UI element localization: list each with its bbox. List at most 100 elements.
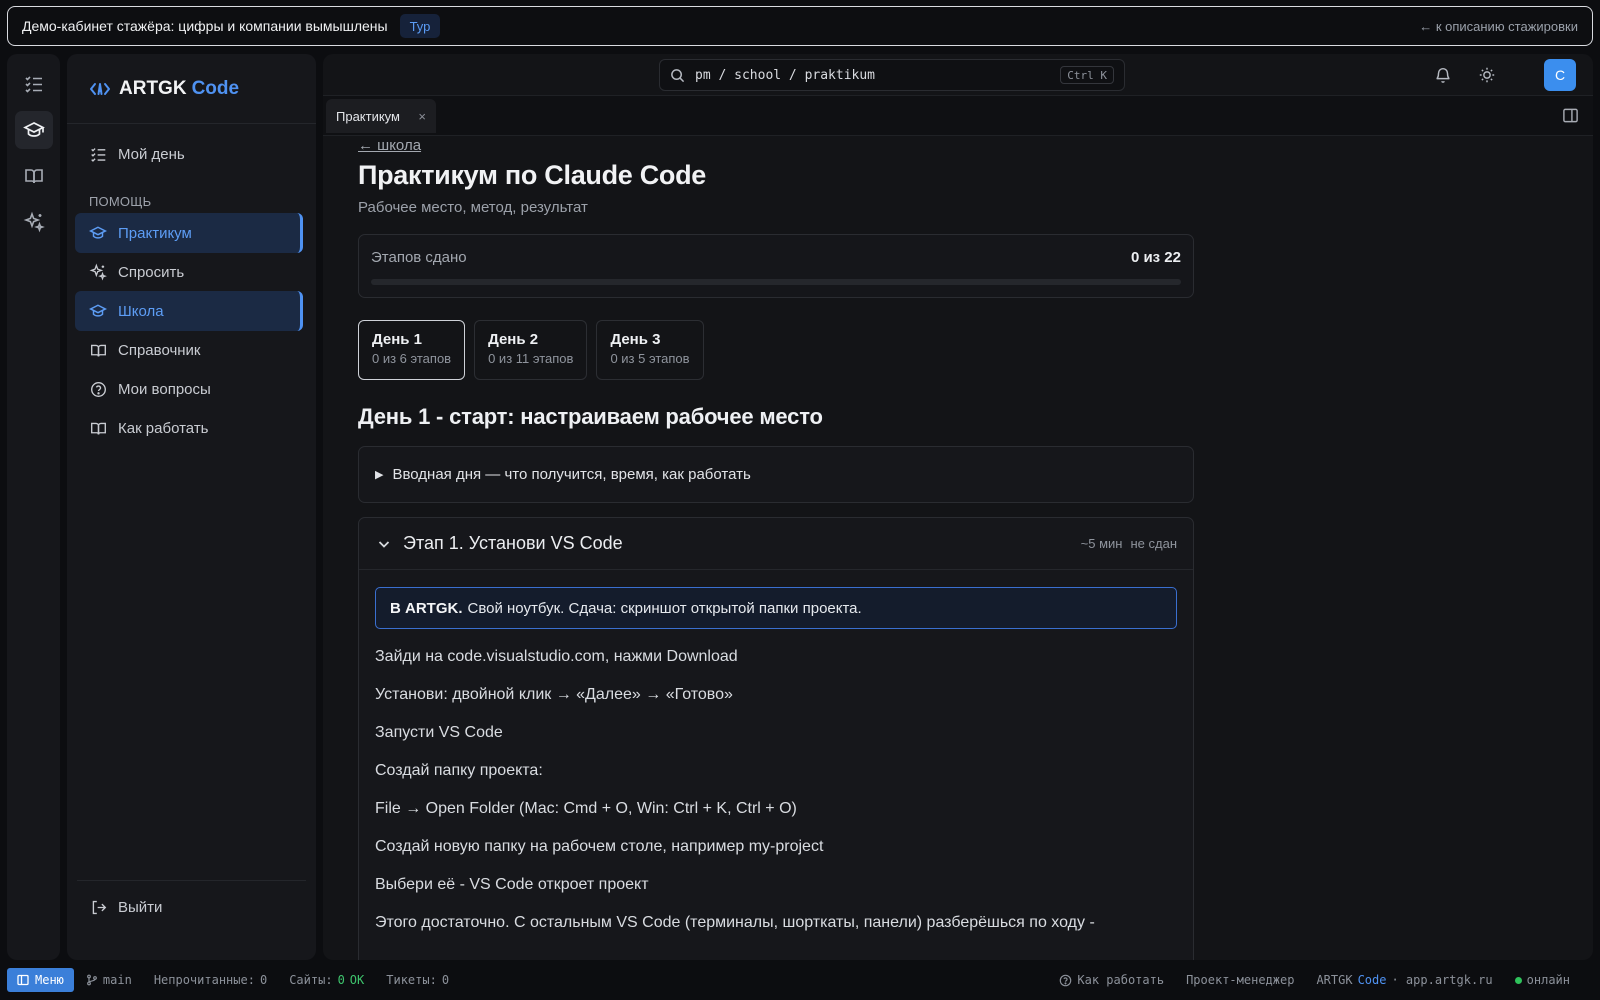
stage-step: Запусти VS Code [375,724,503,741]
sidebar-item-label: Справочник [118,341,201,359]
stage-body: В ARTGK. Свой ноутбук. Сдача: скриншот о… [359,570,1193,933]
checklist-icon [90,147,105,162]
tickets-count: 0 [441,973,450,987]
day-intro-label: Вводная дня — что получится, время, как … [392,466,751,483]
sites-status: OK [349,973,365,987]
sidebar-item-label: Мои вопросы [118,380,211,398]
stage-step: Создай папку проекта: [375,762,543,779]
day-heading: День 1 - старт: настраиваем рабочее мест… [358,404,823,429]
rail-school-button[interactable] [14,111,53,149]
stage-step: Этого достаточно. С остальным VS Code (т… [375,914,1095,931]
rail-ask-button[interactable] [15,203,53,241]
sidebar-item-label: Школа [118,302,164,320]
rail-reference-button[interactable] [15,157,53,195]
chevron-down-icon [378,540,390,548]
day-tabs: День 1 0 из 6 этапов День 2 0 из 11 этап… [358,320,1194,380]
stage-time: ~5 мин [1080,536,1123,551]
help-circle-icon [90,381,106,397]
theme-toggle-button[interactable] [1476,64,1498,86]
breadcrumb-school-link[interactable]: ← школа [358,137,1194,154]
code-brackets-icon [90,82,110,95]
avatar[interactable]: C [1544,59,1576,91]
stage-step: Выбери её - VS Code откроет проект [375,876,649,893]
demo-banner: Демо-кабинет стажёра: цифры и компании в… [7,6,1593,46]
menu-button[interactable]: Меню [7,968,74,992]
sidebar-item-how-to-work[interactable]: Как работать [75,408,303,448]
stage-card: Этап 1. Установи VS Code ~5 мин не сдан … [358,517,1194,960]
brand-name: ARTGK [119,77,187,99]
sidebar-panel-icon [17,974,29,986]
sidebar-item-my-day[interactable]: Мой день [75,134,303,174]
page-subtitle: Рабочее место, метод, результат [358,199,588,216]
back-to-internship-link[interactable]: ← к описанию стажировки [1419,19,1578,34]
stage-note: В ARTGK. Свой ноутбук. Сдача: скриншот о… [375,587,1177,629]
logo[interactable]: ARTGK Code [67,54,316,124]
tickets-indicator[interactable]: Тикеты: 0 [386,973,449,987]
close-tab-icon[interactable]: × [418,109,426,124]
progress-label: Этапов сдано [371,249,467,266]
notifications-button[interactable] [1432,64,1454,86]
sun-icon [1479,67,1495,83]
graduation-cap-icon [22,122,45,137]
split-panel-icon [1563,108,1578,123]
checklist-icon [24,76,42,93]
rail-checklist-button[interactable] [15,65,53,103]
demo-banner-text: Демо-кабинет стажёра: цифры и компании в… [22,18,388,34]
sidebar-item-school[interactable]: Школа [75,291,303,331]
sites-indicator[interactable]: Сайты: 0 OK [289,973,364,987]
day-tab-2[interactable]: День 2 0 из 11 этапов [474,320,588,380]
day-tab-progress: 0 из 11 этапов [488,351,574,366]
stage-step: File → Open Folder (Mac: Cmd + O, Win: C… [375,800,797,817]
sidebar-item-reference[interactable]: Справочник [75,330,303,370]
unread-indicator[interactable]: Непрочитанные: 0 [154,973,267,987]
sidebar-footer [77,880,306,881]
progress-bar [371,279,1181,285]
stage-status: не сдан [1130,536,1177,551]
day-tab-title: День 1 [372,331,423,348]
branch-name: main [102,973,132,987]
day-tab-3[interactable]: День 3 0 из 5 этапов [596,320,704,380]
logout-icon [92,900,106,914]
day-tab-title: День 3 [610,331,661,348]
tab-label: Практикум [336,108,400,124]
help-circle-icon [1060,974,1072,986]
git-branch-icon [87,974,97,986]
tour-button[interactable]: Тур [399,14,441,38]
app-domain: ARTGK Code · app.artgk.ru [1316,973,1493,987]
help-section-label: ПОМОЩЬ [89,194,152,209]
logout-button[interactable]: Выйти [75,887,303,927]
search-input[interactable]: pm / school / praktikum Ctrl K [659,59,1125,91]
split-view-button[interactable] [1562,107,1579,127]
sites-count: 0 [337,973,345,987]
book-icon [90,344,106,357]
how-to-work-link[interactable]: Как работать [1059,973,1164,987]
tab-praktikum[interactable]: Практикум × [326,99,436,133]
main-panel: pm / school / praktikum Ctrl K C Практик… [323,54,1593,960]
stage-step: Установи: двойной клик → «Далее» → «Гото… [375,686,733,703]
sidebar-item-label: Практикум [118,224,192,242]
stage-note-bold: В ARTGK. [390,599,463,617]
stage-note-text: Свой ноутбук. Сдача: скриншот открытой п… [467,599,862,617]
sidebar-item-praktikum[interactable]: Практикум [75,213,303,253]
graduation-cap-icon [89,226,107,239]
page-content: ← школа Практикум по Claude Code Рабочее… [358,137,1194,960]
day-tab-1[interactable]: День 1 0 из 6 этапов [358,320,466,380]
unread-count: 0 [259,973,268,987]
progress-value: 0 из 22 [1130,249,1181,266]
role-indicator: Проект-менеджер [1186,973,1295,987]
page-title: Практикум по Claude Code [358,160,707,190]
icon-rail [7,54,60,960]
stages-progress-card: Этапов сдано 0 из 22 [358,234,1194,298]
sidebar: ARTGK Code Мой день ПОМОЩЬ Практикум Спр… [67,54,316,960]
top-bar: pm / school / praktikum Ctrl K C [323,54,1593,96]
branch-indicator[interactable]: main [86,973,132,987]
day-tab-progress: 0 из 5 этапов [610,351,690,366]
bell-icon [1436,67,1450,83]
book-icon [90,422,106,435]
search-path: pm / school / praktikum [695,67,876,83]
menu-label: Меню [35,973,64,987]
day-intro-expander[interactable]: ▶ Вводная дня — что получится, время, ка… [358,446,1194,503]
sidebar-item-my-questions[interactable]: Мои вопросы [75,369,303,409]
sidebar-item-ask[interactable]: Спросить [75,252,303,292]
stage-header[interactable]: Этап 1. Установи VS Code ~5 мин не сдан [359,518,1193,570]
